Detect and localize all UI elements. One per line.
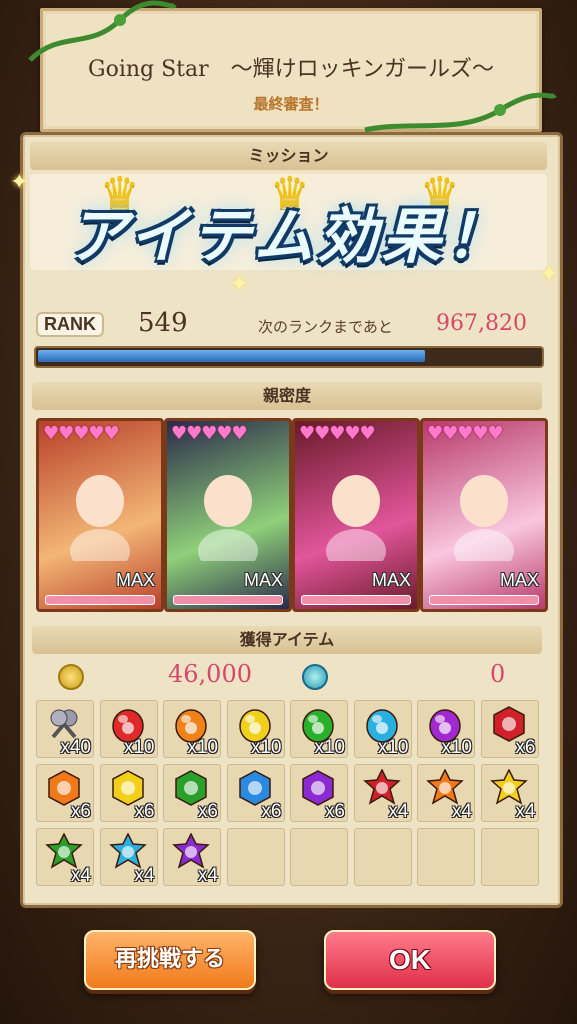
item-count: x10 (314, 737, 345, 758)
rank-progress-bar (34, 346, 544, 368)
max-label: MAX (115, 570, 155, 590)
character-portrait (70, 475, 130, 561)
empty-item-slot (480, 828, 539, 886)
coin-value: 46,000 (168, 660, 252, 688)
item-slot: x6 (99, 764, 158, 822)
item-count: x6 (261, 801, 282, 822)
item-count: x6 (70, 801, 91, 822)
item-slot: x10 (417, 700, 475, 758)
item-slot: x6 (290, 764, 348, 822)
empty-item-slot (417, 828, 475, 886)
item-count: x6 (324, 801, 345, 822)
character-portrait (326, 475, 386, 561)
vine-decoration-icon (28, 0, 177, 62)
empty-item-slot (290, 828, 348, 886)
rank-progress-fill (38, 350, 425, 362)
item-count: x6 (197, 801, 218, 822)
rank-value: 549 (138, 308, 188, 338)
item-slot: x4 (480, 764, 539, 822)
max-label: MAX (499, 570, 539, 590)
affinity-hearts: ♥♥♥♥♥ (43, 423, 120, 444)
character-portrait (198, 475, 258, 561)
affinity-hearts: ♥♥♥♥♥ (171, 423, 248, 444)
empty-item-slot (353, 828, 412, 886)
item-count: x10 (187, 737, 218, 758)
character-card: ♥♥♥♥♥ MAX (420, 418, 548, 612)
retry-button[interactable]: 再挑戦する (84, 930, 256, 990)
item-slot: x4 (353, 764, 412, 822)
item-count: x4 (451, 801, 472, 822)
sparkle-icon: ✦ (230, 272, 249, 297)
character-card: ♥♥♥♥♥ MAX (36, 418, 164, 612)
item-count: x10 (441, 737, 472, 758)
item-effect-overlay: アイテム効果！ (67, 202, 510, 272)
empty-item-slot (226, 828, 285, 886)
affinity-bar (301, 595, 411, 605)
max-label: MAX (243, 570, 283, 590)
character-card: ♥♥♥♥♥ MAX (292, 418, 420, 612)
item-count: x40 (60, 737, 91, 758)
item-slot: x10 (99, 700, 158, 758)
next-rank-value: 967,820 (436, 311, 527, 336)
rank-label: RANK (36, 312, 104, 337)
item-count: x4 (515, 801, 536, 822)
item-slot: x6 (480, 700, 539, 758)
affinity-bar (45, 595, 155, 605)
max-label: MAX (371, 570, 411, 590)
item-slot: x4 (99, 828, 158, 886)
mission-header: ミッション (30, 142, 547, 170)
affinity-hearts: ♥♥♥♥♥ (299, 423, 376, 444)
item-count: x10 (250, 737, 282, 758)
item-count: x10 (123, 737, 155, 758)
blue-swirl-icon (302, 664, 328, 690)
item-slot: x40 (36, 700, 94, 758)
coin-icon (58, 664, 84, 690)
item-slot: x4 (36, 828, 94, 886)
item-slot: x6 (36, 764, 94, 822)
item-count: x4 (70, 865, 91, 886)
item-count: x6 (134, 801, 155, 822)
item-count: x6 (515, 737, 536, 758)
item-slot: x6 (226, 764, 285, 822)
character-portrait (454, 475, 514, 561)
item-count: x4 (388, 801, 409, 822)
item-slot: x10 (163, 700, 221, 758)
items-header: 獲得アイテム (32, 626, 542, 654)
character-card: ♥♥♥♥♥ MAX (164, 418, 292, 612)
gem-value: 0 (490, 660, 506, 688)
item-slot: x4 (417, 764, 475, 822)
affinity-bar (429, 595, 539, 605)
item-slot: x10 (290, 700, 348, 758)
affinity-hearts: ♥♥♥♥♥ (427, 423, 504, 444)
ok-button[interactable]: OK (324, 930, 496, 990)
item-slot: x10 (353, 700, 412, 758)
affinity-bar (173, 595, 283, 605)
item-slot: x4 (163, 828, 221, 886)
item-count: x10 (377, 737, 409, 758)
item-count: x4 (197, 865, 218, 886)
affinity-header: 親密度 (32, 382, 542, 410)
item-count: x4 (134, 865, 155, 886)
item-slot: x6 (163, 764, 221, 822)
item-slot: x10 (226, 700, 285, 758)
next-rank-label: 次のランクまであと (258, 318, 393, 336)
